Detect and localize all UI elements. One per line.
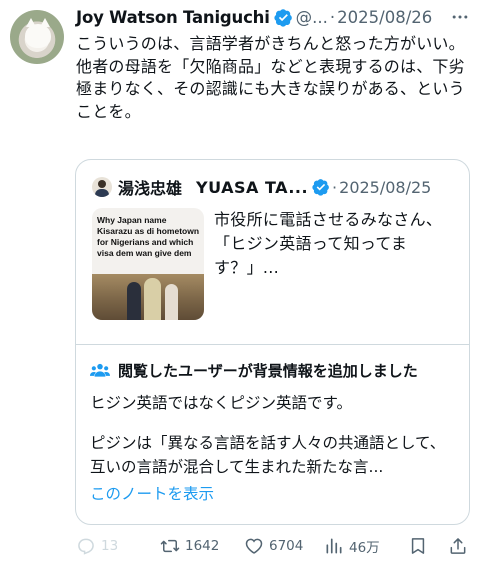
verified-icon	[274, 8, 292, 27]
author-name[interactable]: Joy Watson Taniguchi	[76, 8, 270, 27]
reply-icon	[78, 538, 94, 555]
share-button[interactable]	[448, 534, 473, 558]
reply-count: 13	[101, 538, 119, 554]
note-body: ピジンは「異なる言語を話す人々の共通語として、互いの言語が混合して生まれた新たな…	[90, 434, 446, 476]
retweet-icon	[160, 539, 180, 553]
quote-author-name-jp: 湯浅忠雄	[118, 179, 183, 198]
note-header: 閲覧したユーザーが背景情報を追加しました	[90, 359, 461, 381]
retweet-count: 1642	[185, 538, 220, 554]
bookmark-button[interactable]	[408, 534, 433, 558]
thumbnail-photo	[92, 274, 204, 320]
author-avatar[interactable]	[10, 10, 64, 64]
community-note: 閲覧したユーザーが背景情報を追加しました ヒジン英語ではなくピジン英語です。 ピ…	[76, 344, 469, 524]
like-count: 6704	[269, 538, 304, 554]
like-button[interactable]: 6704	[244, 534, 303, 558]
quote-thumbnail[interactable]: Why Japan name Kisarazu as di hometown f…	[92, 208, 204, 320]
author-handle[interactable]: @...	[296, 8, 328, 27]
like-icon	[245, 538, 263, 554]
thumbnail-headline: Why Japan name Kisarazu as di hometown f…	[97, 215, 200, 258]
more-icon[interactable]	[450, 7, 470, 27]
action-bar: 13 1642 6704 46万	[76, 532, 472, 560]
note-title: 閲覧したユーザーが背景情報を追加しました	[118, 361, 418, 380]
reply-button[interactable]: 13	[76, 534, 118, 558]
bookmark-icon	[411, 538, 425, 554]
retweet-button[interactable]: 1642	[160, 534, 219, 558]
views-button[interactable]: 46万	[324, 534, 380, 558]
views-count: 46万	[349, 540, 380, 556]
quote-avatar	[92, 177, 112, 197]
tweet-date[interactable]: 2025/08/26	[337, 8, 432, 27]
quote-date: 2025/08/25	[339, 177, 432, 197]
quote-author-name-en: YUASA TA...	[196, 177, 309, 197]
quoted-tweet[interactable]: 湯浅忠雄 YUASA TA... · 2025/08/25 Why Japan …	[75, 159, 470, 525]
views-icon	[326, 538, 342, 554]
show-note-link[interactable]: このノートを表示	[90, 482, 214, 504]
tweet-header: Joy Watson Taniguchi @... · 2025/08/26	[76, 4, 470, 30]
share-icon	[450, 538, 466, 554]
tweet-text: こういうのは、言語学者がきちんと怒った方がいい。 他者の母語を「欠陥商品」などと…	[76, 34, 465, 121]
quote-text: 市役所に電話させるみなさん、 「ヒジン英語って知ってます？」...	[214, 210, 443, 277]
quote-header: 湯浅忠雄 YUASA TA... · 2025/08/25	[92, 175, 459, 199]
verified-icon	[312, 179, 329, 196]
separator-dot: ·	[329, 7, 336, 27]
people-icon	[90, 363, 110, 377]
separator-dot: ·	[332, 177, 338, 197]
note-summary: ヒジン英語ではなくピジン英語です。	[90, 394, 352, 412]
